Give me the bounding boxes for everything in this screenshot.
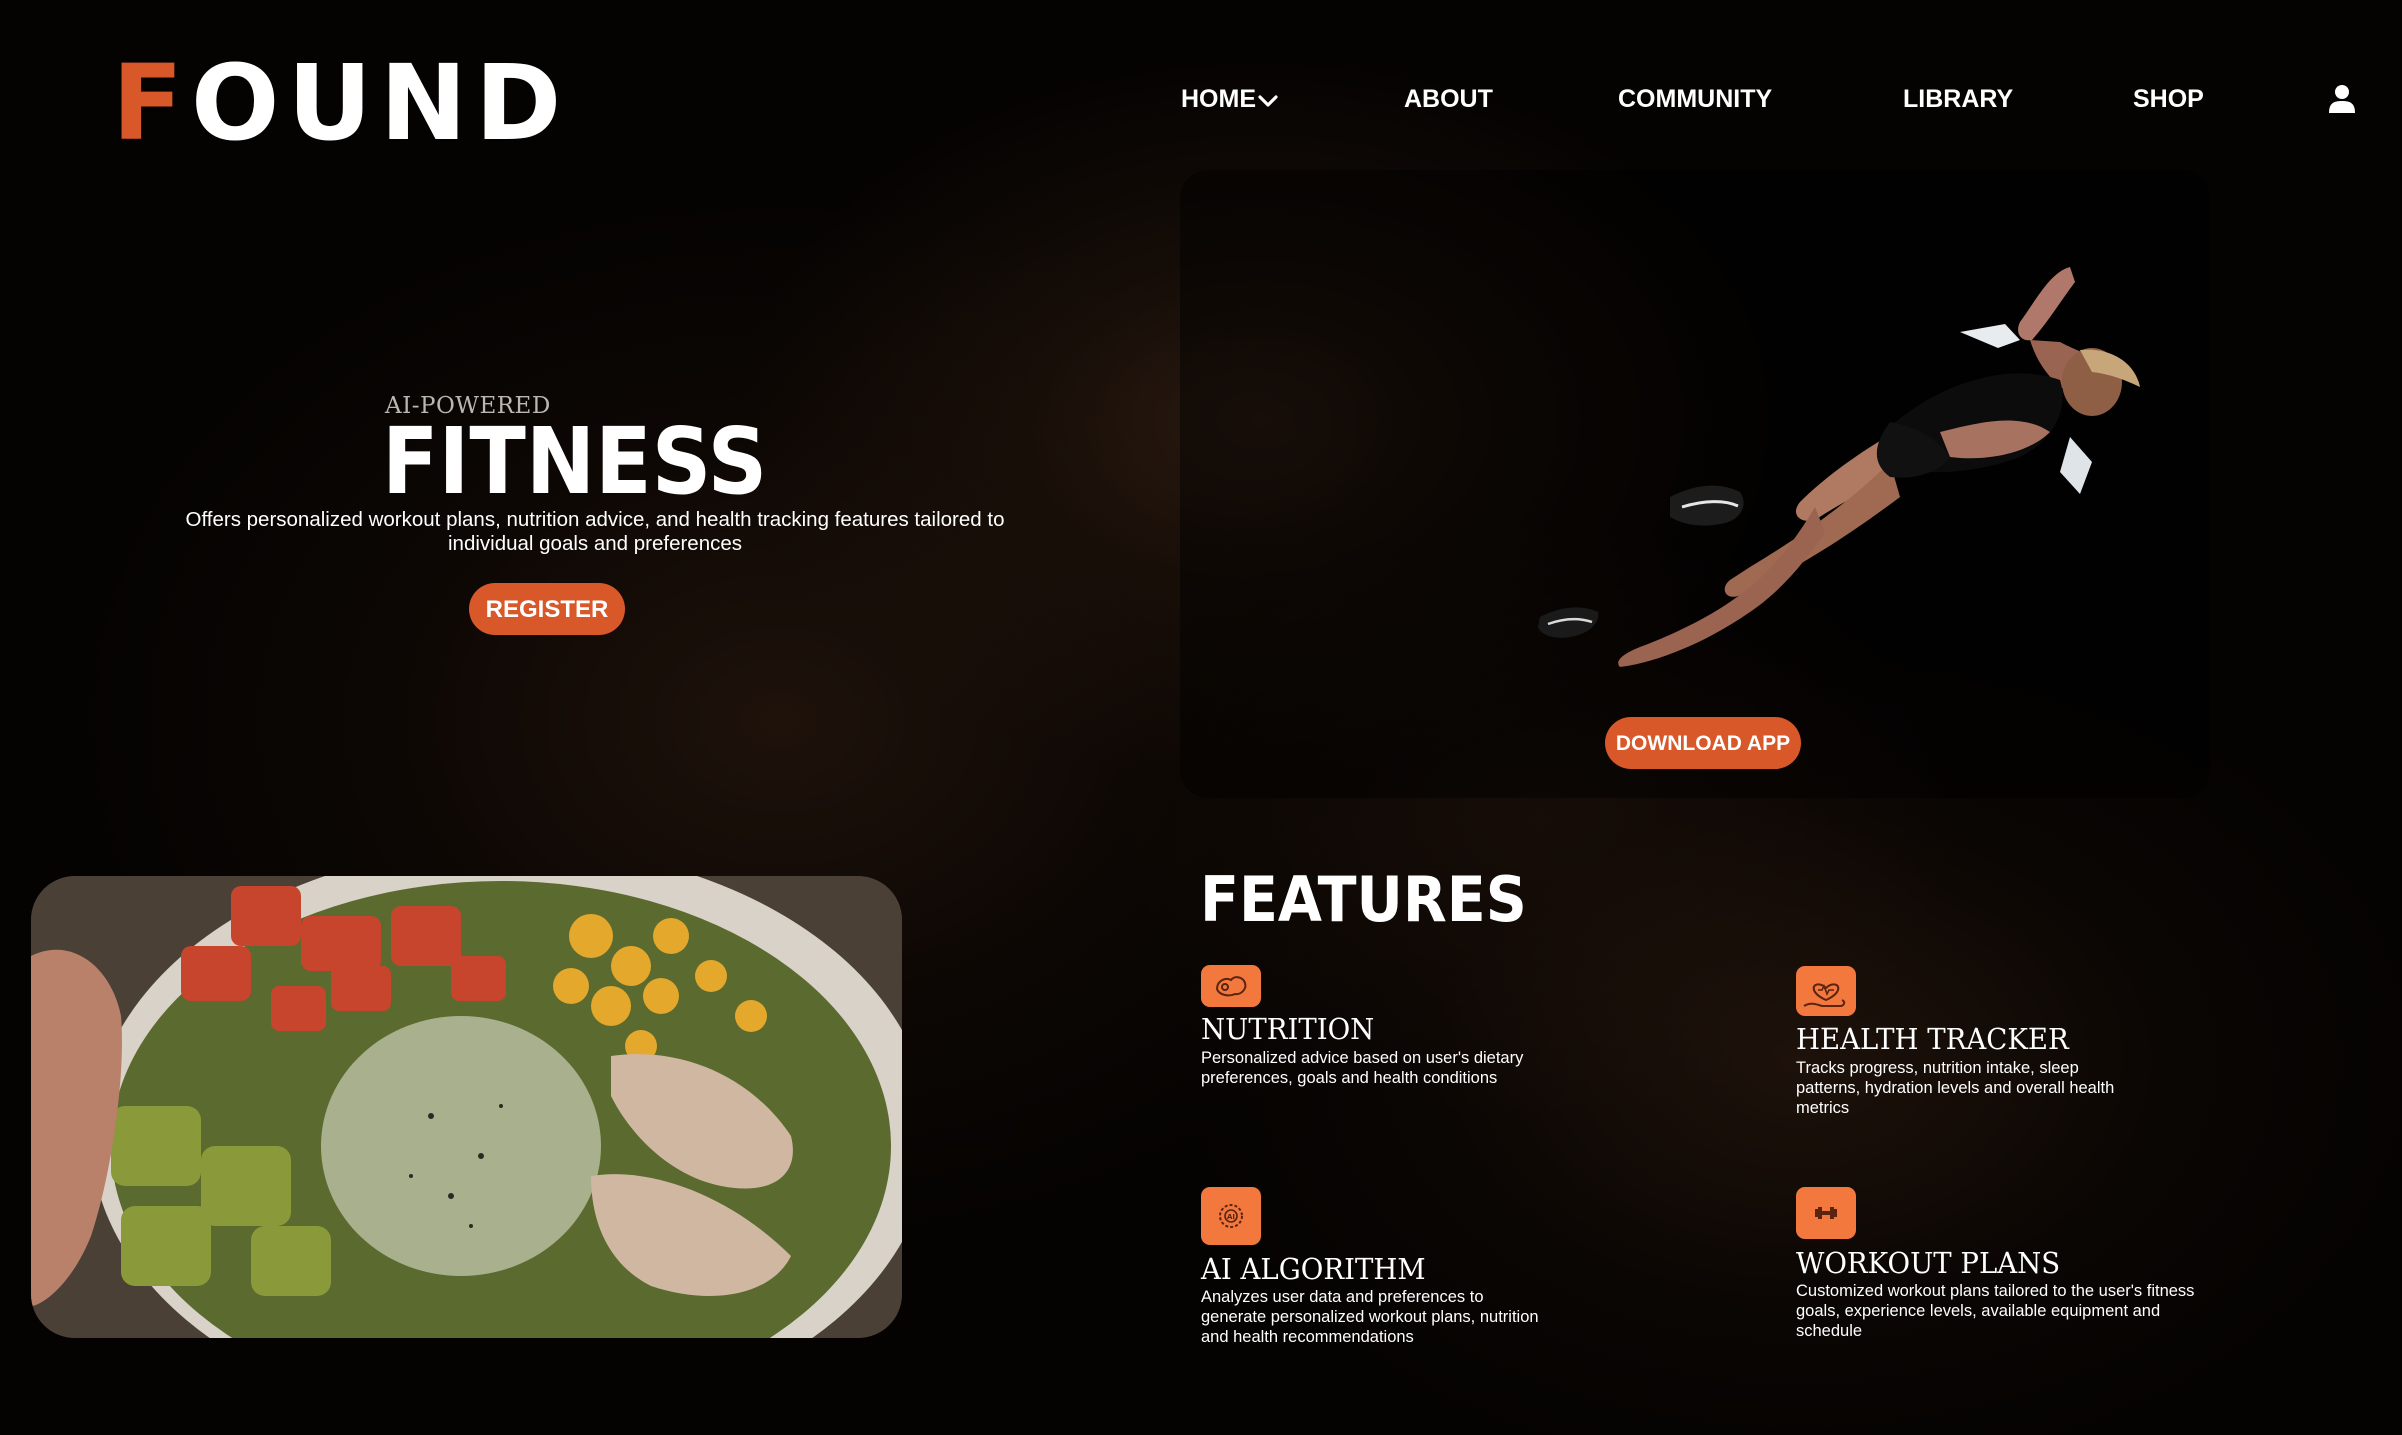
athlete-image — [1420, 262, 2210, 712]
hero-title: FITNESS — [382, 408, 768, 515]
feature-title-workout-plans: WORKOUT PLANS — [1796, 1246, 2061, 1280]
nav-community[interactable]: COMMUNITY — [1618, 84, 1772, 114]
feature-desc-health-tracker: Tracks progress, nutrition intake, sleep… — [1796, 1059, 2115, 1117]
chevron-down-icon[interactable] — [1258, 85, 1278, 115]
svg-text:AI: AI — [1227, 1213, 1235, 1221]
user-icon[interactable] — [2328, 84, 2356, 114]
feature-title-health-tracker: HEALTH TRACKER — [1796, 1022, 2069, 1056]
nav-home-label: HOME — [1181, 85, 1256, 113]
bicep-icon — [1201, 965, 1261, 1007]
feature-desc-nutrition: Personalized advice based on user's diet… — [1201, 1049, 1524, 1087]
feature-title-ai-algorithm: AI ALGORITHM — [1201, 1252, 1426, 1286]
logo-letters: OUND — [191, 42, 570, 164]
heart-hand-icon — [1796, 966, 1856, 1016]
hero-description: Offers personalized workout plans, nutri… — [185, 508, 1005, 555]
nav-about[interactable]: ABOUT — [1404, 84, 1493, 114]
nav-library[interactable]: LIBRARY — [1903, 84, 2013, 114]
ai-chip-icon: AI — [1201, 1187, 1261, 1245]
feature-desc-ai-algorithm: Analyzes user data and preferences to ge… — [1201, 1288, 1539, 1346]
register-button[interactable]: REGISTER — [469, 583, 625, 635]
nav-home[interactable]: HOME — [1181, 84, 1278, 115]
logo-letter-accent: F — [112, 42, 192, 164]
feature-desc-workout-plans: Customized workout plans tailored to the… — [1796, 1282, 2195, 1340]
features-title: FEATURES — [1200, 863, 1527, 936]
logo[interactable]: FOUND — [112, 48, 569, 158]
landing-page: FOUND HOME ABOUT COMMUNITY LIBRARY SHOP … — [0, 0, 2402, 1435]
download-app-button[interactable]: DOWNLOAD APP — [1605, 717, 1801, 769]
dumbbell-icon — [1796, 1187, 1856, 1239]
feature-title-nutrition: NUTRITION — [1201, 1012, 1375, 1046]
nav-shop[interactable]: SHOP — [2133, 84, 2204, 114]
food-bowl-image — [31, 876, 902, 1338]
